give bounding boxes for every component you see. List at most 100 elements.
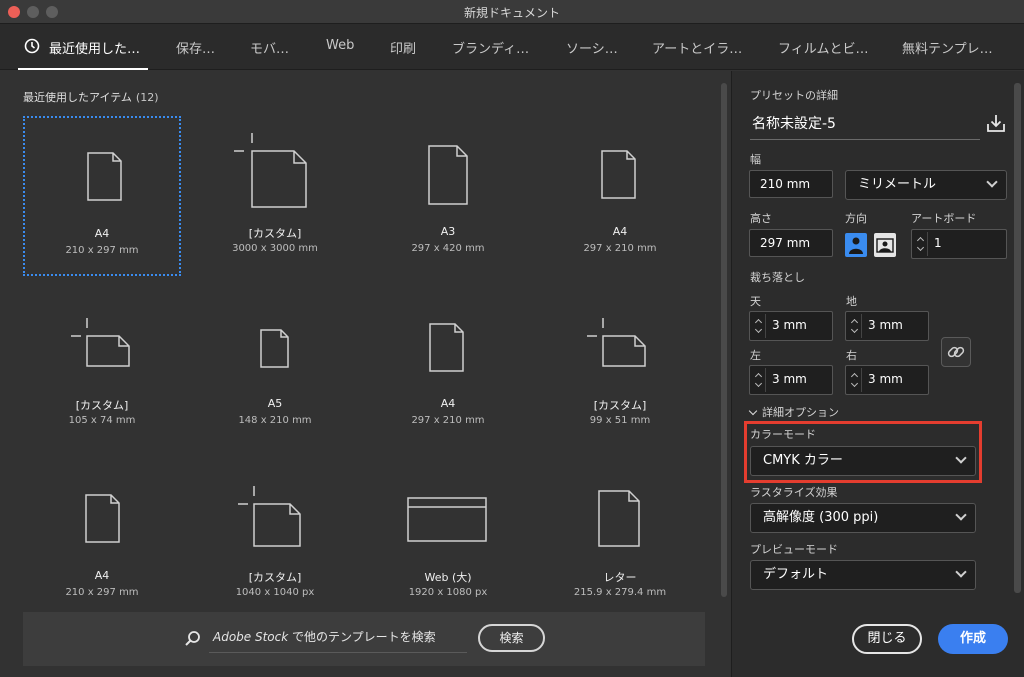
preset-details-panel: プリセットの詳細 名称未設定-5 幅 210 mm ミリメートル 高さ 方向 ア… — [731, 71, 1024, 677]
preset-tile[interactable]: A4 210 x 297 mm — [23, 116, 181, 276]
save-preset-icon[interactable] — [986, 113, 1006, 133]
tile-size: 210 x 297 mm — [65, 587, 139, 598]
stepper-arrows-icon[interactable] — [848, 314, 862, 338]
gallery-scrollbar[interactable] — [721, 83, 727, 597]
unit-select-value: ミリメートル — [858, 177, 937, 192]
tab-mobile[interactable]: モバ… — [250, 38, 289, 57]
window-title: 新規ドキュメント — [463, 6, 560, 20]
advanced-options-label: 詳細オプション — [762, 406, 839, 419]
portrait-orientation-button[interactable] — [845, 233, 867, 257]
bleed-right-stepper[interactable]: 3 mm — [845, 365, 929, 395]
tab-social[interactable]: ソーシ… — [566, 38, 618, 57]
preset-name-underline — [750, 139, 980, 140]
raster-effects-label: ラスタライズ効果 — [750, 486, 838, 499]
bleed-bottom-value: 3 mm — [868, 318, 903, 332]
bleed-right-value: 3 mm — [868, 372, 903, 386]
chevron-down-icon — [748, 406, 758, 416]
stock-search-text: で他のテンプレートを検索 — [288, 630, 436, 644]
stepper-arrows-icon[interactable] — [914, 232, 928, 256]
chevron-down-icon — [955, 509, 967, 521]
bleed-bottom-stepper[interactable]: 3 mm — [845, 311, 929, 341]
bleed-left-label: 左 — [750, 349, 761, 362]
preview-mode-value: デフォルト — [763, 567, 829, 582]
advanced-options-toggle[interactable]: 詳細オプション — [748, 404, 839, 420]
title-bar: 新規ドキュメント — [0, 0, 1024, 24]
preset-tile[interactable]: [カスタム] 105 x 74 mm — [23, 311, 181, 471]
bleed-top-value: 3 mm — [772, 318, 807, 332]
custom-document-icon — [587, 318, 646, 367]
artboard-count-stepper[interactable]: 1 — [911, 229, 1007, 259]
bleed-top-label: 天 — [750, 295, 761, 308]
preset-tile[interactable]: [カスタム] 99 x 51 mm — [541, 311, 699, 471]
tab-saved[interactable]: 保存… — [176, 38, 215, 57]
stepper-arrows-icon[interactable] — [752, 314, 766, 338]
artboard-label: アートボード — [911, 212, 977, 225]
tile-size: 297 x 210 mm — [583, 243, 657, 254]
stock-search-underline — [209, 652, 467, 653]
preview-mode-select[interactable]: デフォルト — [750, 560, 976, 590]
create-button[interactable]: 作成 — [938, 624, 1008, 654]
artboard-count-value: 1 — [934, 236, 942, 250]
color-mode-highlight — [744, 421, 982, 483]
landscape-orientation-button[interactable] — [874, 233, 896, 257]
tab-art-illustration[interactable]: アートとイラ… — [652, 38, 742, 57]
tab-web[interactable]: Web — [326, 38, 354, 53]
preset-tile[interactable]: A5 148 x 210 mm — [196, 311, 354, 471]
tile-size: 210 x 297 mm — [65, 245, 139, 256]
recent-items-gallery: 最近使用したアイテム (12) A4 210 x 297 mm [カスタム] 30… — [0, 71, 730, 677]
tile-name: A5 — [267, 397, 283, 410]
tab-film-video[interactable]: フィルムとビ… — [778, 38, 868, 57]
stock-brand: Adobe Stock — [213, 630, 289, 644]
gallery-count: (12) — [135, 91, 159, 104]
tile-name: Web (大) — [424, 571, 472, 584]
tab-free-templates[interactable]: 無料テンプレ… — [902, 38, 993, 57]
tile-name: [カスタム] — [248, 571, 302, 584]
landscape-icon — [876, 238, 894, 253]
tile-name: A4 — [440, 397, 456, 410]
close-button[interactable]: 閉じる — [852, 624, 922, 654]
tile-size: 99 x 51 mm — [589, 415, 651, 426]
bleed-left-stepper[interactable]: 3 mm — [749, 365, 833, 395]
stepper-arrows-icon[interactable] — [752, 368, 766, 392]
unit-select[interactable]: ミリメートル — [845, 170, 1007, 200]
preset-tile[interactable]: A3 297 x 420 mm — [369, 116, 527, 276]
stepper-arrows-icon[interactable] — [848, 368, 862, 392]
tile-size: 297 x 420 mm — [411, 243, 485, 254]
custom-document-icon — [71, 318, 130, 367]
preset-name-input[interactable]: 名称未設定-5 — [752, 113, 836, 133]
width-input[interactable]: 210 mm — [749, 170, 833, 198]
tab-branding[interactable]: ブランディ… — [452, 38, 529, 57]
tile-name: レター — [603, 571, 637, 584]
stock-search-bar: Adobe Stock で他のテンプレートを検索 検索 — [23, 612, 705, 666]
stock-search-input[interactable]: Adobe Stock で他のテンプレートを検索 — [213, 628, 436, 645]
panel-scrollbar[interactable] — [1014, 83, 1021, 593]
tile-name: A3 — [440, 225, 456, 238]
bleed-top-stepper[interactable]: 3 mm — [749, 311, 833, 341]
document-icon — [429, 323, 464, 372]
tile-name: A4 — [612, 225, 628, 238]
chevron-down-icon — [986, 176, 998, 188]
height-input[interactable]: 297 mm — [749, 229, 833, 257]
preset-tile[interactable]: [カスタム] 3000 x 3000 mm — [196, 116, 354, 276]
preset-tile[interactable]: A4 297 x 210 mm — [369, 311, 527, 471]
tab-print[interactable]: 印刷 — [390, 38, 416, 57]
preset-tile[interactable]: A4 297 x 210 mm — [541, 116, 699, 276]
document-icon — [260, 329, 289, 368]
bleed-bottom-label: 地 — [846, 295, 857, 308]
tile-name: A4 — [94, 569, 110, 582]
preview-mode-label: プレビューモード — [750, 543, 838, 556]
tile-size: 215.9 x 279.4 mm — [573, 587, 667, 598]
tile-name: [カスタム] — [593, 399, 647, 412]
link-bleed-button[interactable] — [941, 337, 971, 367]
height-label: 高さ — [750, 212, 772, 225]
portrait-icon — [849, 237, 863, 254]
bleed-right-label: 右 — [846, 349, 857, 362]
category-tab-bar: 最近使用した… 保存… モバ… Web 印刷 ブランディ… ソーシ… アートとイ… — [0, 24, 1024, 70]
tile-size: 105 x 74 mm — [68, 415, 136, 426]
tile-name: [カスタム] — [248, 227, 302, 240]
stock-search-button[interactable]: 検索 — [478, 624, 545, 652]
tab-recent[interactable]: 最近使用した… — [49, 38, 140, 57]
bleed-left-value: 3 mm — [772, 372, 807, 386]
tile-name: [カスタム] — [75, 399, 129, 412]
raster-effects-select[interactable]: 高解像度 (300 ppi) — [750, 503, 976, 533]
